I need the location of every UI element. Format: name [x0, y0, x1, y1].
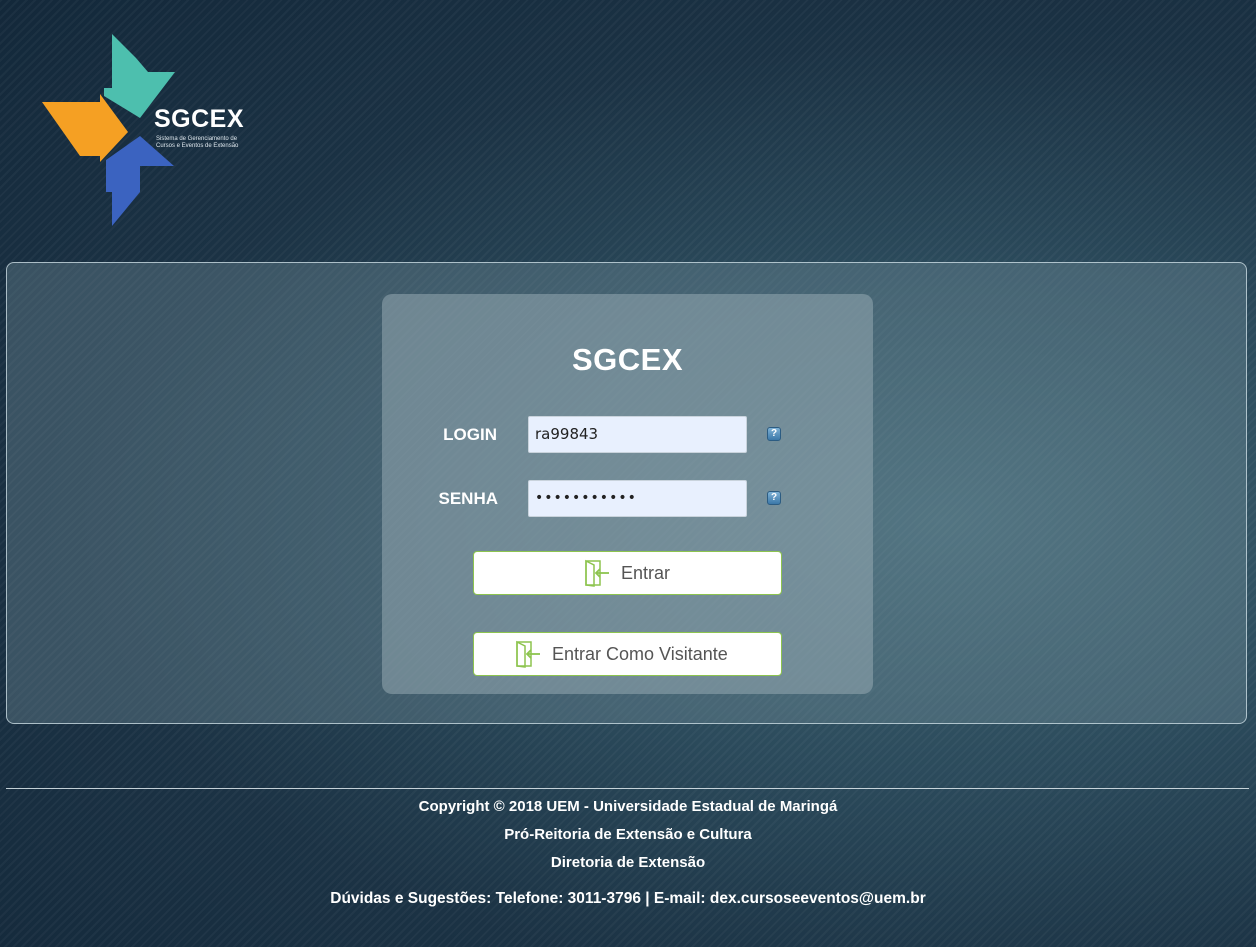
senha-help-icon[interactable]: ? — [767, 491, 781, 505]
footer-divider — [6, 788, 1249, 789]
sgcex-logo: SGCEX Sistema de Gerenciamento de Cursos… — [40, 32, 255, 228]
visitante-label: Entrar Como Visitante — [552, 643, 728, 664]
entrar-visitante-button[interactable]: Entrar Como Visitante — [473, 632, 782, 676]
footer-pro-reitoria: Pró-Reitoria de Extensão e Cultura — [504, 826, 752, 843]
senha-input[interactable]: ••••••••••• — [528, 480, 747, 517]
login-label: LOGIN — [443, 425, 497, 444]
login-card: SGCEX LOGIN ra99843 ? SENHA ••••••••••• … — [382, 294, 873, 694]
door-enter-icon — [585, 559, 609, 587]
login-help-icon[interactable]: ? — [767, 427, 781, 441]
logo-subtitle: Sistema de Gerenciamento de Cursos e Eve… — [156, 136, 239, 149]
login-input[interactable]: ra99843 — [528, 416, 747, 453]
door-enter-icon — [516, 640, 540, 668]
logo-title: SGCEX — [154, 105, 245, 133]
login-title: SGCEX — [571, 342, 684, 377]
footer-diretoria: Diretoria de Extensão — [550, 854, 706, 871]
footer-contact: Dúvidas e Sugestões: Telefone: 3011-3796… — [330, 890, 926, 907]
senha-label: SENHA — [438, 489, 498, 508]
entrar-button[interactable]: Entrar — [473, 551, 782, 595]
entrar-label: Entrar — [621, 562, 671, 583]
footer-copyright: Copyright © 2018 UEM - Universidade Esta… — [418, 798, 838, 815]
